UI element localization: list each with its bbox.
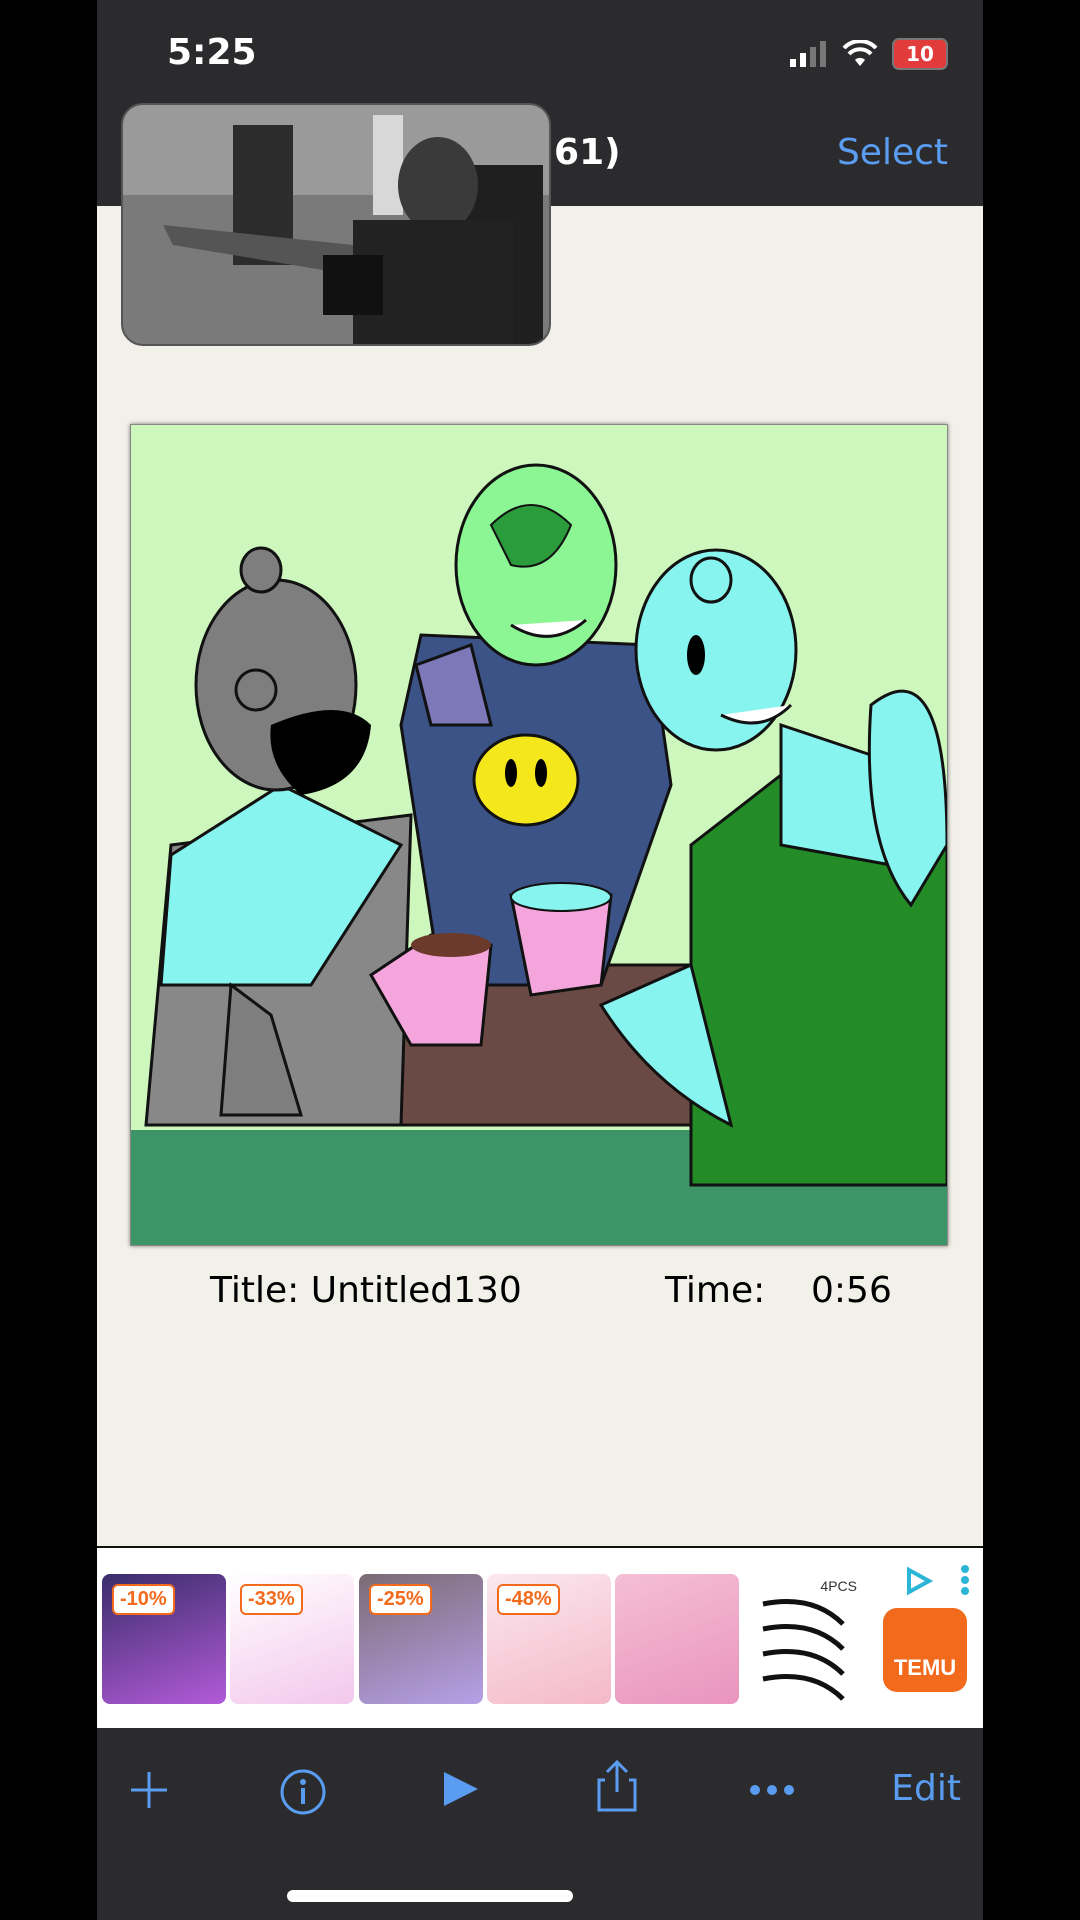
- wifi-icon: [842, 40, 878, 66]
- ad-product-rollerskates[interactable]: -33%: [230, 1574, 354, 1704]
- ad-product-skates[interactable]: -10%: [102, 1574, 226, 1704]
- temu-logo[interactable]: TEMU: [883, 1608, 967, 1692]
- drawing-time-caption: Time: 0:56: [665, 1270, 892, 1311]
- ad-product-chair[interactable]: -48%: [487, 1574, 611, 1704]
- ad-choices-icon[interactable]: [903, 1566, 933, 1596]
- ad-discount-badge: -33%: [240, 1584, 303, 1615]
- battery-icon: 10: [892, 38, 948, 70]
- more-icon[interactable]: [749, 1784, 795, 1796]
- status-icons: 10: [788, 38, 948, 70]
- ad-product-dress[interactable]: -25%: [359, 1574, 483, 1704]
- drawing-title-caption: Title: Untitled130: [210, 1270, 522, 1311]
- pip-video-overlay[interactable]: [121, 103, 551, 346]
- drawing-artwork[interactable]: [130, 424, 949, 1246]
- ad-discount-badge: -25%: [369, 1584, 432, 1615]
- ad-discount-badge: -48%: [497, 1584, 560, 1615]
- ad-product-hooks[interactable]: 4PCS: [743, 1574, 867, 1704]
- status-time: 5:25: [167, 32, 257, 73]
- phone-screen: 5:25 10 ery (61) Select: [97, 0, 983, 1920]
- ad-more-icon[interactable]: [959, 1564, 971, 1596]
- ad-banner[interactable]: -10% -33% -25% -48% 4PCS TEMU: [97, 1548, 983, 1728]
- ad-pack-label: 4PCS: [820, 1578, 857, 1594]
- ad-product-notebook[interactable]: [615, 1574, 739, 1704]
- add-icon[interactable]: [127, 1768, 171, 1812]
- ad-discount-badge: -10%: [112, 1584, 175, 1615]
- signal-icon: [790, 41, 826, 67]
- select-button[interactable]: Select: [837, 132, 948, 173]
- pip-video-frame: [123, 105, 549, 344]
- share-icon[interactable]: [595, 1760, 639, 1812]
- info-icon[interactable]: [279, 1768, 327, 1816]
- play-icon[interactable]: [440, 1768, 482, 1810]
- home-indicator[interactable]: [287, 1890, 573, 1902]
- drawing-detail: Title: Untitled130 Time: 0:56: [97, 206, 983, 1546]
- status-bar: 5:25 10: [97, 0, 983, 110]
- edit-button[interactable]: Edit: [891, 1768, 961, 1809]
